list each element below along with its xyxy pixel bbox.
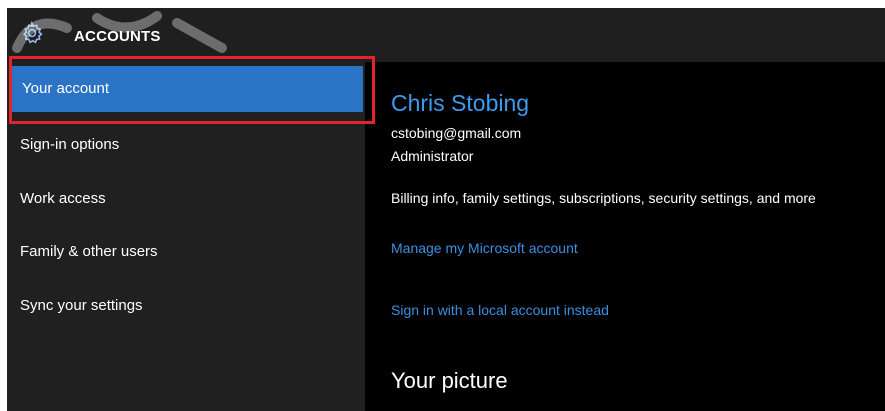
settings-window: ACCOUNTS Your account Sign-in options Wo… [7,8,885,411]
manage-account-link[interactable]: Manage my Microsoft account [391,240,578,256]
sidebar-item-label: Sign-in options [20,136,120,153]
sidebar-item-label: Work access [20,190,106,207]
gear-icon [22,21,43,44]
sidebar-item-your-account[interactable]: Your account [9,66,363,112]
your-picture-heading: Your picture [391,368,508,393]
title-bar: ACCOUNTS [7,8,885,62]
sidebar-item-work-access[interactable]: Work access [7,176,365,222]
user-name: Chris Stobing [391,90,530,116]
local-account-link[interactable]: Sign in with a local account instead [391,302,609,318]
sidebar-item-label: Your account [22,80,110,97]
sidebar-nav: Your account Sign-in options Work access… [7,62,365,411]
user-email: cstobing@gmail.com [391,125,522,141]
sidebar-item-family-other-users[interactable]: Family & other users [7,229,365,275]
sidebar-item-label: Family & other users [20,243,158,260]
page-title: ACCOUNTS [74,28,161,45]
user-role: Administrator [391,148,474,164]
billing-description: Billing info, family settings, subscript… [391,190,816,206]
account-content: Chris Stobing cstobing@gmail.com Adminis… [365,62,885,411]
sidebar-item-label: Sync your settings [20,297,143,314]
sidebar-item-sign-in-options[interactable]: Sign-in options [7,122,365,168]
sidebar-item-sync-settings[interactable]: Sync your settings [7,283,365,329]
